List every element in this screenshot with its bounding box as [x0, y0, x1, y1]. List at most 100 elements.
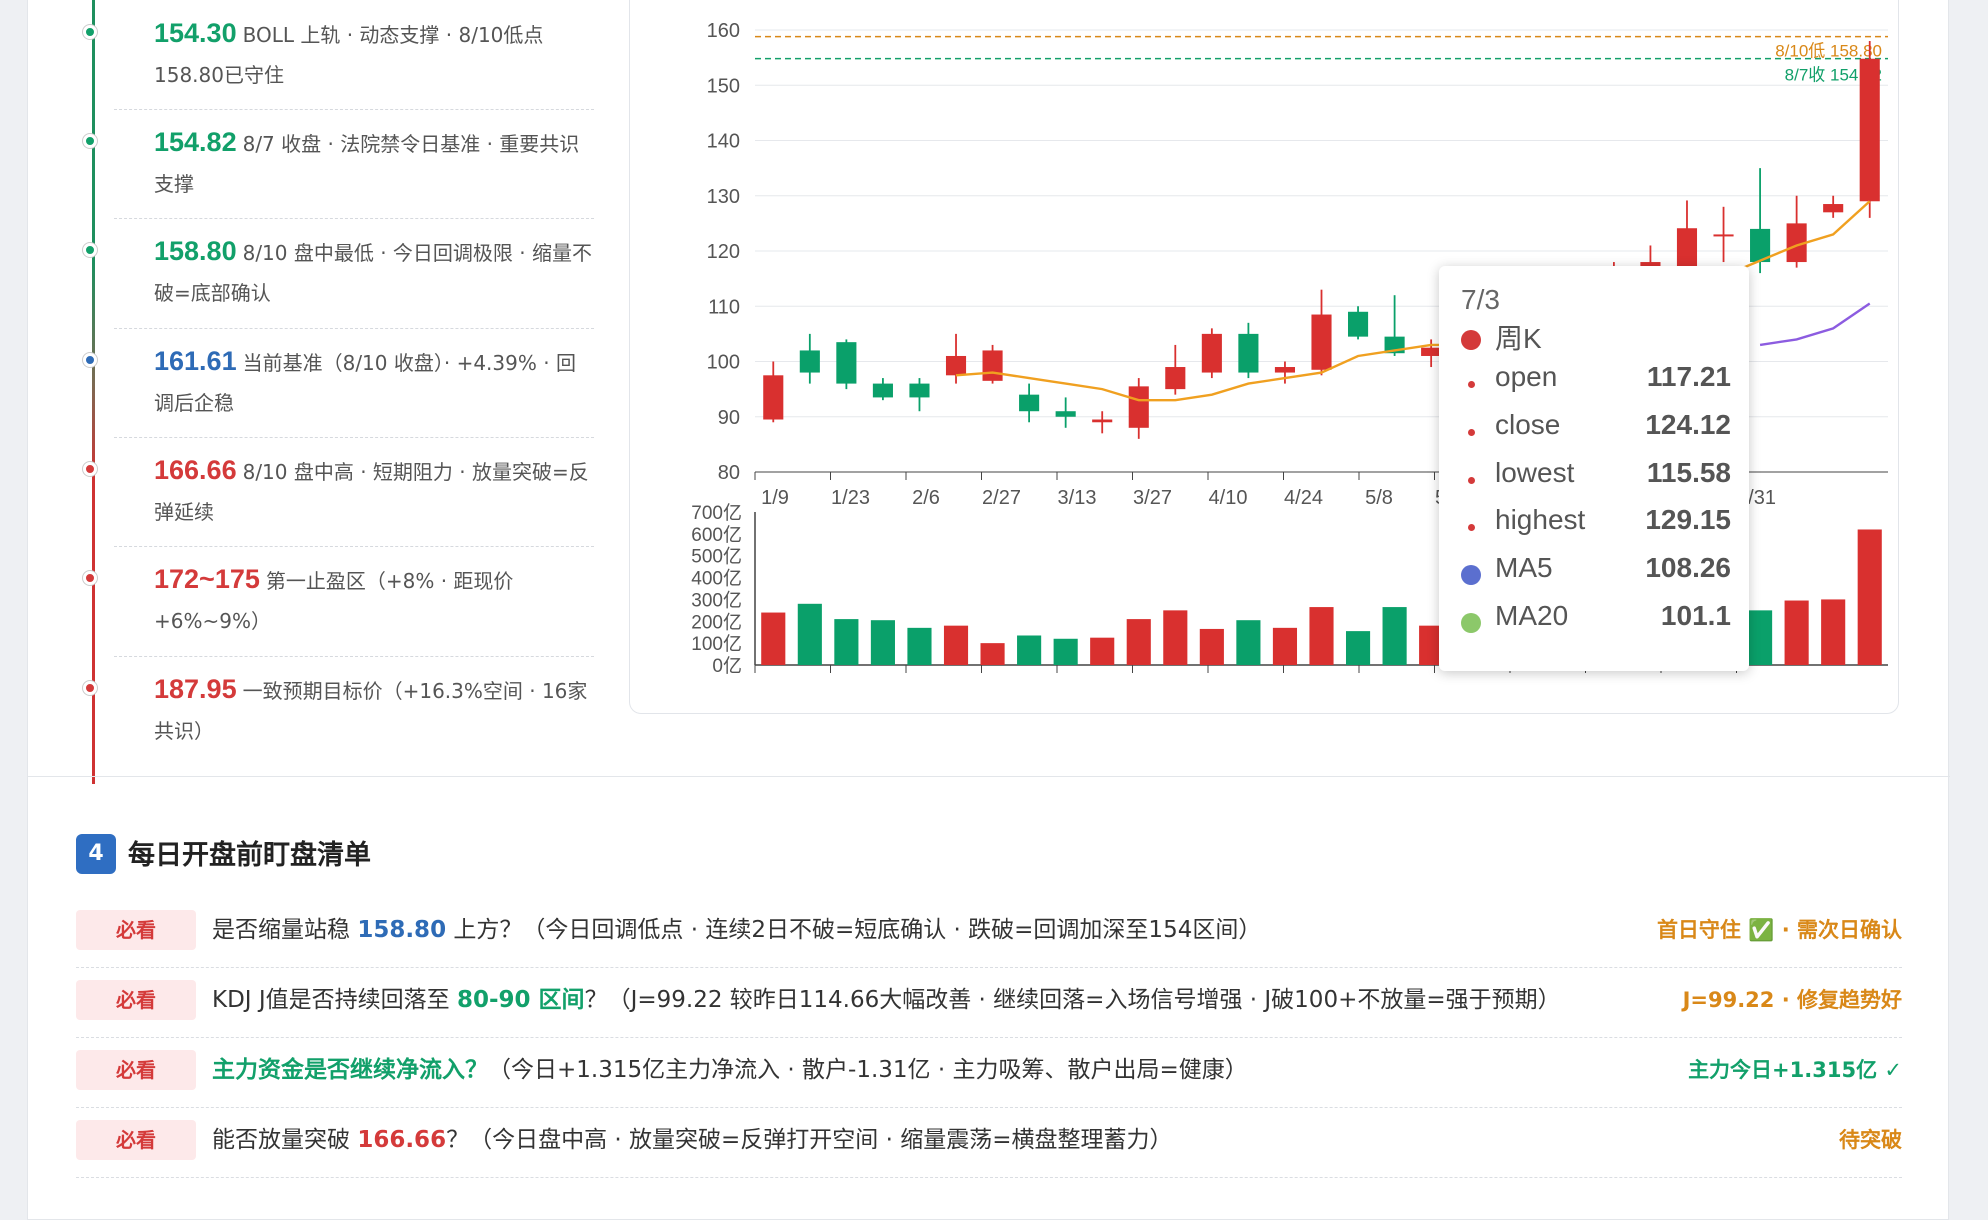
candle-body	[1274, 367, 1296, 373]
x-tick-label: 4/24	[1284, 487, 1323, 509]
level-dot-icon	[83, 134, 97, 148]
checklist-item: 必看 是否缩量站稳 158.80 上方？（今日回调低点 · 连续2日不破=短底确认…	[76, 898, 1902, 968]
volume-bar	[1090, 637, 1115, 665]
candle-body	[799, 350, 820, 373]
checklist-item: 必看 主力资金是否继续净流入？（今日+1.315亿主力净流入 · 散户-1.31亿…	[76, 1038, 1902, 1108]
checklist-status: 待突破	[1839, 1128, 1902, 1152]
price-tick-label: 130	[707, 186, 740, 208]
volume-bar	[943, 625, 969, 665]
checklist-status: J=99.22 · 修复趋势好	[1682, 988, 1902, 1012]
tooltip-row-label: open	[1495, 361, 1558, 392]
level-dot-icon	[83, 681, 97, 695]
x-tick-label: 1/9	[761, 487, 789, 509]
level-dot-icon	[83, 571, 97, 585]
tooltip-series-name: 周K	[1495, 323, 1542, 354]
candle-body	[982, 350, 1003, 381]
section-number-badge: 4	[76, 834, 116, 874]
price-tick-label: 80	[718, 462, 740, 484]
volume-bar	[1053, 638, 1078, 665]
volume-bar	[1382, 607, 1407, 665]
candle-body	[1092, 419, 1113, 423]
volume-bar	[1126, 619, 1151, 665]
tooltip-row-highest: highest 129.15	[1461, 504, 1731, 544]
candle-body	[872, 383, 893, 398]
volume-bar	[1309, 607, 1334, 665]
question-detail: （今日+1.315亿主力净流入 · 散户-1.31亿 · 主力吸筹、散户出局=健…	[488, 1057, 1248, 1083]
volume-tick-label: 300亿	[691, 589, 742, 611]
volume-tick-label: 700亿	[691, 502, 742, 524]
level-dot-icon	[83, 353, 97, 367]
tooltip-ma5-label: MA5	[1495, 552, 1553, 583]
question-highlight: 166.66	[357, 1127, 447, 1153]
candle-body	[1165, 367, 1186, 390]
volume-tick-label: 200亿	[691, 611, 742, 633]
bullet-icon	[1468, 381, 1475, 388]
tooltip-series-row: 周K	[1461, 317, 1731, 357]
volume-bar	[1345, 631, 1371, 665]
must-see-tag: 必看	[76, 1120, 196, 1160]
level-price: 166.66	[154, 455, 237, 485]
checklist-question: 能否放量突破 166.66？（今日盘中高 · 放量突破=反弹打开空间 · 缩量震…	[212, 1120, 1173, 1160]
checklist-question: KDJ J值是否持续回落至 80-90 区间？（J=99.22 较昨日114.6…	[212, 980, 1561, 1020]
tooltip-ma20-row: MA20 101.1	[1461, 600, 1731, 640]
question-prefix: 能否放量突破	[212, 1127, 358, 1153]
price-level-item: 172~175 第一止盈区（+8% · 距现价+6%~9%）	[83, 547, 594, 657]
x-tick-label: 1/23	[831, 487, 870, 509]
level-text: 154.82 8/7 收盘 · 法院禁令日基准 · 重要共识支撑	[114, 110, 594, 204]
price-level-item: 187.95 一致预期目标价（+16.3%空间 · 16家共识）	[83, 657, 594, 767]
volume-bar	[1272, 627, 1298, 665]
price-tick-label: 120	[707, 241, 740, 263]
must-see-tag: 必看	[76, 1050, 196, 1090]
candle-body	[909, 383, 930, 398]
level-text: 158.80 8/10 盘中最低 · 今日回调极限 · 缩量不破=底部确认	[114, 219, 594, 313]
tooltip-row-label: highest	[1495, 504, 1586, 535]
ma5-marker-icon	[1461, 565, 1481, 585]
candle-body	[763, 375, 784, 420]
x-tick-label: 3/27	[1133, 487, 1172, 509]
question-highlight: 主力资金是否继续净流入？	[212, 1057, 488, 1083]
tooltip-ma5-row: MA5 108.26	[1461, 552, 1731, 592]
question-detail: 上方？（今日回调低点 · 连续2日不破=短底确认 · 跌破=回调加深至154区间…	[446, 917, 1262, 943]
price-tick-label: 90	[718, 407, 740, 429]
volume-tick-label: 0亿	[712, 655, 742, 677]
level-price: 158.80	[154, 236, 237, 266]
price-level-item: 166.66 8/10 盘中高 · 短期阻力 · 放量突破=反弹延续	[83, 438, 594, 547]
candle-body	[836, 342, 857, 384]
checklist-question: 是否缩量站稳 158.80 上方？（今日回调低点 · 连续2日不破=短底确认 ·…	[212, 910, 1261, 950]
level-dot-icon	[83, 462, 97, 476]
ma-line-purple	[1759, 302, 1871, 347]
level-text: 161.61 当前基准（8/10 收盘）· +4.39% · 回调后企稳	[114, 329, 594, 423]
price-tick-label: 160	[707, 20, 740, 42]
level-text: 187.95 一致预期目标价（+16.3%空间 · 16家共识）	[114, 657, 594, 751]
candle-body	[1347, 311, 1369, 337]
level-price: 161.61	[154, 346, 237, 376]
candle-body	[1676, 228, 1698, 267]
ma20-marker-icon	[1461, 613, 1481, 633]
price-tick-label: 100	[707, 352, 740, 374]
price-level-item: 154.30 BOLL 上轨 · 动态支撑 · 8/10低点158.80已守住	[83, 1, 594, 110]
price-level-item: 161.61 当前基准（8/10 收盘）· +4.39% · 回调后企稳	[83, 329, 594, 438]
volume-bar	[797, 603, 822, 665]
volume-tick-label: 500亿	[691, 546, 742, 568]
question-prefix: KDJ J值是否持续回落至	[212, 987, 457, 1013]
tooltip-ma20-value: 101.1	[1660, 600, 1731, 631]
volume-bar	[761, 612, 786, 665]
candle-body	[1055, 411, 1076, 417]
level-price: 154.82	[154, 127, 237, 157]
tooltip-row-value: 124.12	[1645, 409, 1731, 440]
chart-tooltip: 7/3 周K open 117.21 close 124.12 lowest 115.58…	[1439, 266, 1749, 671]
question-highlight: 158.80	[357, 917, 447, 943]
x-tick-label: 3/13	[1058, 487, 1097, 509]
must-see-tag: 必看	[76, 910, 196, 950]
volume-tick-label: 600亿	[691, 524, 742, 546]
bullet-icon	[1468, 477, 1475, 484]
candle-body	[945, 355, 967, 376]
level-text: 154.30 BOLL 上轨 · 动态支撑 · 8/10低点158.80已守住	[114, 1, 594, 95]
volume-bar	[1236, 620, 1261, 665]
question-prefix: 是否缩量站稳	[212, 917, 358, 943]
question-detail: ？（J=99.22 较昨日114.66大幅改善 · 继续回落=入场信号增强 · …	[584, 987, 1561, 1013]
volume-bar	[980, 643, 1005, 665]
section-title: 每日开盘前盯盘清单	[128, 840, 371, 871]
tooltip-row-value: 117.21	[1646, 361, 1731, 392]
bullet-icon	[1468, 429, 1475, 436]
